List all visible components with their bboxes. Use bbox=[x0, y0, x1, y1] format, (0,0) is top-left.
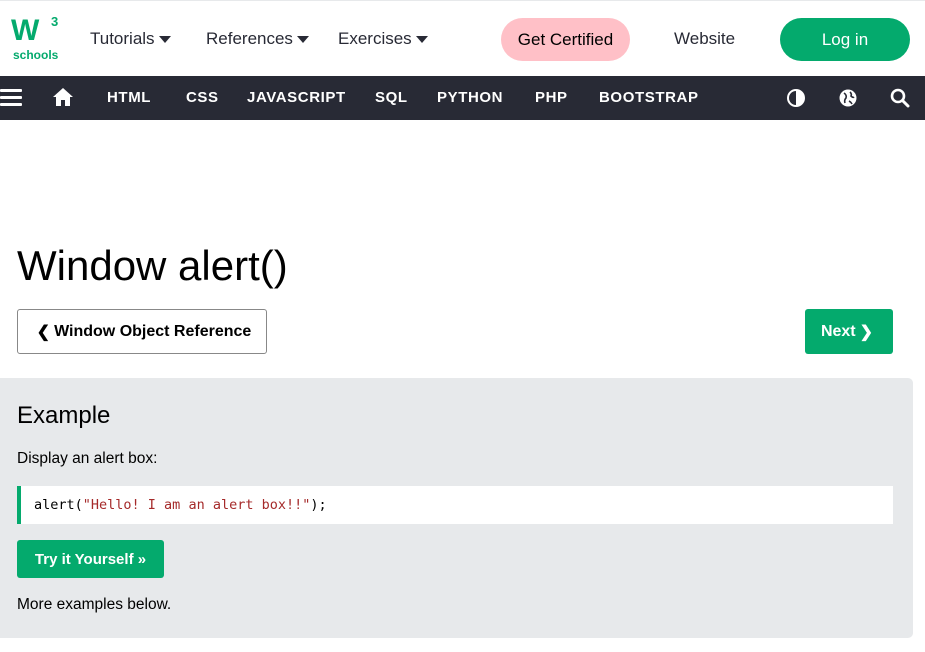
nav-link-php[interactable]: PHP bbox=[535, 89, 568, 106]
get-certified-button[interactable]: Get Certified bbox=[501, 18, 630, 61]
home-icon[interactable] bbox=[52, 87, 74, 107]
caret-down-icon bbox=[296, 36, 309, 43]
website-link[interactable]: Website bbox=[674, 29, 735, 49]
logo-letter: W bbox=[11, 14, 39, 47]
nav-link-python[interactable]: PYTHON bbox=[437, 89, 503, 106]
caret-down-icon bbox=[158, 36, 171, 43]
chevron-right-icon: ❯ bbox=[859, 323, 874, 341]
next-button-label: Next bbox=[820, 322, 856, 340]
code-line: alert("Hello! I am an alert box!!"); bbox=[34, 497, 327, 513]
search-icon[interactable] bbox=[890, 88, 910, 108]
references-label: References bbox=[206, 29, 293, 48]
code-string: "Hello! I am an alert box!!" bbox=[82, 497, 311, 513]
example-heading: Example bbox=[17, 402, 111, 429]
w3schools-logo[interactable]: W 3 schools bbox=[11, 14, 61, 64]
logo-superscript: 3 bbox=[51, 14, 59, 29]
tutorials-menu[interactable]: Tutorials bbox=[90, 29, 171, 49]
nav-link-bootstrap[interactable]: BOOTSTRAP bbox=[599, 89, 699, 106]
nav-link-sql[interactable]: SQL bbox=[375, 89, 408, 106]
next-button[interactable]: Next ❯ bbox=[805, 309, 893, 354]
caret-down-icon bbox=[415, 36, 428, 43]
code-block: alert("Hello! I am an alert box!!"); bbox=[17, 486, 893, 524]
menu-icon[interactable] bbox=[0, 88, 22, 108]
nav-link-javascript[interactable]: JAVASCRIPT bbox=[247, 89, 346, 106]
previous-button[interactable]: ❮ Window Object Reference bbox=[17, 309, 267, 354]
top-header: W 3 schools Tutorials References Exercis… bbox=[0, 0, 925, 76]
references-menu[interactable]: References bbox=[206, 29, 309, 49]
exercises-label: Exercises bbox=[338, 29, 412, 48]
contrast-icon[interactable] bbox=[786, 88, 806, 108]
more-examples-text: More examples below. bbox=[17, 596, 172, 613]
code-end: ); bbox=[310, 497, 327, 513]
page-title: Window alert() bbox=[17, 242, 288, 289]
topic-navbar: HTML CSS JAVASCRIPT SQL PYTHON PHP BOOTS… bbox=[0, 76, 925, 120]
chevron-left-icon: ❮ bbox=[36, 323, 51, 341]
previous-button-label: Window Object Reference bbox=[54, 322, 252, 340]
exercises-menu[interactable]: Exercises bbox=[338, 29, 428, 49]
nav-link-css[interactable]: CSS bbox=[186, 89, 219, 106]
example-panel: Example Display an alert box: alert("Hel… bbox=[0, 378, 913, 638]
login-button[interactable]: Log in bbox=[780, 18, 910, 61]
code-function: alert( bbox=[34, 497, 83, 513]
globe-icon[interactable] bbox=[838, 88, 858, 108]
tutorials-label: Tutorials bbox=[90, 29, 155, 48]
logo-subtext: schools bbox=[13, 48, 59, 62]
example-description: Display an alert box: bbox=[17, 450, 158, 467]
nav-link-html[interactable]: HTML bbox=[107, 89, 151, 106]
try-it-yourself-button[interactable]: Try it Yourself » bbox=[17, 540, 164, 578]
